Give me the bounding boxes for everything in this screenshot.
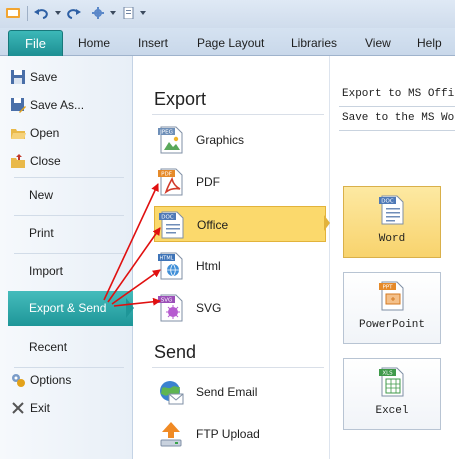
app-logo-icon [6, 8, 20, 18]
powerpoint-format-button[interactable]: PPT PowerPoint [343, 272, 441, 344]
tab-page-layout[interactable]: Page Layout [197, 34, 264, 52]
office-panel-description: Save to the MS Word [342, 112, 455, 124]
quick-access-toolbar [0, 0, 455, 28]
powerpoint-format-label: PowerPoint [358, 319, 425, 331]
nav-print[interactable]: Print [0, 217, 132, 249]
redo-icon[interactable] [67, 7, 81, 19]
nav-divider [14, 177, 124, 178]
tab-insert[interactable]: Insert [138, 34, 168, 52]
tab-home[interactable]: Home [78, 34, 110, 52]
description-divider [339, 130, 455, 131]
pdf-tag: PDF [161, 172, 172, 178]
ftp-upload-icon [160, 422, 182, 447]
exit-command[interactable]: Exit [30, 399, 50, 417]
export-options-panel: Export JPEG Graphics PDF PDF DOC Office [134, 56, 330, 459]
export-html-item[interactable]: HTML Html [154, 248, 326, 284]
export-pdf-item[interactable]: PDF PDF [154, 164, 326, 200]
title-divider [339, 106, 455, 107]
document-icon[interactable] [122, 7, 136, 19]
tab-libraries[interactable]: Libraries [291, 34, 337, 52]
close-command[interactable]: Close [30, 152, 61, 170]
export-office-item[interactable]: DOC Office [154, 206, 326, 242]
send-email-label: Send Email [196, 385, 258, 399]
office-selected-pointer [324, 215, 330, 231]
save-as-icon [11, 98, 26, 113]
jpeg-file-icon: JPEG [158, 126, 183, 154]
options-command[interactable]: Options [30, 371, 71, 389]
word-doc-icon: DOC [379, 195, 404, 225]
export-graphics-item[interactable]: JPEG Graphics [154, 122, 326, 158]
ribbon-tab-bar: File Home Insert Page Layout Libraries V… [0, 28, 455, 56]
save-icon [11, 70, 25, 84]
jpeg-tag: JPEG [159, 130, 173, 136]
undo-icon[interactable] [34, 7, 48, 19]
svg-file-icon: SVG [158, 294, 183, 322]
export-svg-label: SVG [196, 301, 222, 315]
options-icon [12, 374, 25, 387]
export-office-label: Office [197, 218, 229, 232]
tab-file[interactable]: File [8, 30, 63, 56]
nav-selected-pointer [126, 298, 134, 318]
nav-export-send[interactable]: Export & Send [8, 291, 133, 326]
powerpoint-ppt-icon: PPT [379, 281, 404, 311]
export-graphics-label: Graphics [196, 133, 245, 147]
nav-new[interactable]: New [0, 179, 132, 211]
open-command[interactable]: Open [30, 124, 59, 142]
send-heading: Send [154, 342, 197, 362]
qat-separator [27, 6, 28, 21]
export-heading: Export [154, 89, 207, 109]
backstage-nav: Save Save As... Open Close New Print Imp… [0, 56, 133, 459]
gear-dropdown-icon[interactable] [110, 11, 116, 15]
export-heading-line [152, 114, 324, 115]
nav-import[interactable]: Import [0, 255, 132, 287]
undo-dropdown-icon[interactable] [55, 11, 61, 15]
pdf-file-icon: PDF [158, 168, 183, 196]
exit-x-icon [12, 402, 24, 414]
excel-xls-icon: XLS [379, 367, 404, 397]
svg-tag: SVG [161, 298, 173, 304]
word-format-button[interactable]: DOC Word [343, 186, 441, 258]
office-doc-file-icon: DOC [159, 211, 184, 239]
tab-help[interactable]: Help [417, 34, 442, 52]
powerpoint-tag: PPT [383, 285, 394, 291]
export-svg-item[interactable]: SVG SVG [154, 290, 326, 326]
excel-format-label: Excel [375, 405, 409, 417]
office-formats-panel: Export to MS Office Save to the MS Word … [331, 56, 455, 459]
ftp-upload-item[interactable]: FTP Upload [154, 416, 326, 452]
save-as-command[interactable]: Save As... [30, 96, 84, 114]
open-folder-icon [11, 129, 26, 139]
html-tag: HTML [160, 256, 174, 262]
close-folder-icon [11, 154, 25, 168]
office-panel-title: Export to MS Office [342, 88, 455, 100]
export-pdf-label: PDF [196, 175, 220, 189]
send-heading-line [152, 367, 324, 368]
nav-divider [14, 215, 124, 216]
nav-divider [14, 367, 124, 368]
customize-qat-dropdown-icon[interactable] [140, 11, 146, 15]
settings-gear-icon[interactable] [91, 7, 105, 19]
nav-recent[interactable]: Recent [0, 331, 132, 363]
excel-format-button[interactable]: XLS Excel [343, 358, 441, 430]
export-html-label: Html [196, 259, 221, 273]
email-globe-icon [160, 381, 184, 405]
word-tag: DOC [381, 199, 394, 205]
send-email-item[interactable]: Send Email [154, 374, 326, 410]
save-command[interactable]: Save [30, 68, 57, 86]
ftp-upload-label: FTP Upload [196, 427, 260, 441]
nav-divider [14, 253, 124, 254]
word-format-label: Word [378, 233, 406, 245]
html-file-icon: HTML [158, 252, 183, 280]
tab-view[interactable]: View [365, 34, 391, 52]
excel-tag: XLS [382, 371, 393, 377]
office-doc-tag: DOC [161, 215, 174, 221]
